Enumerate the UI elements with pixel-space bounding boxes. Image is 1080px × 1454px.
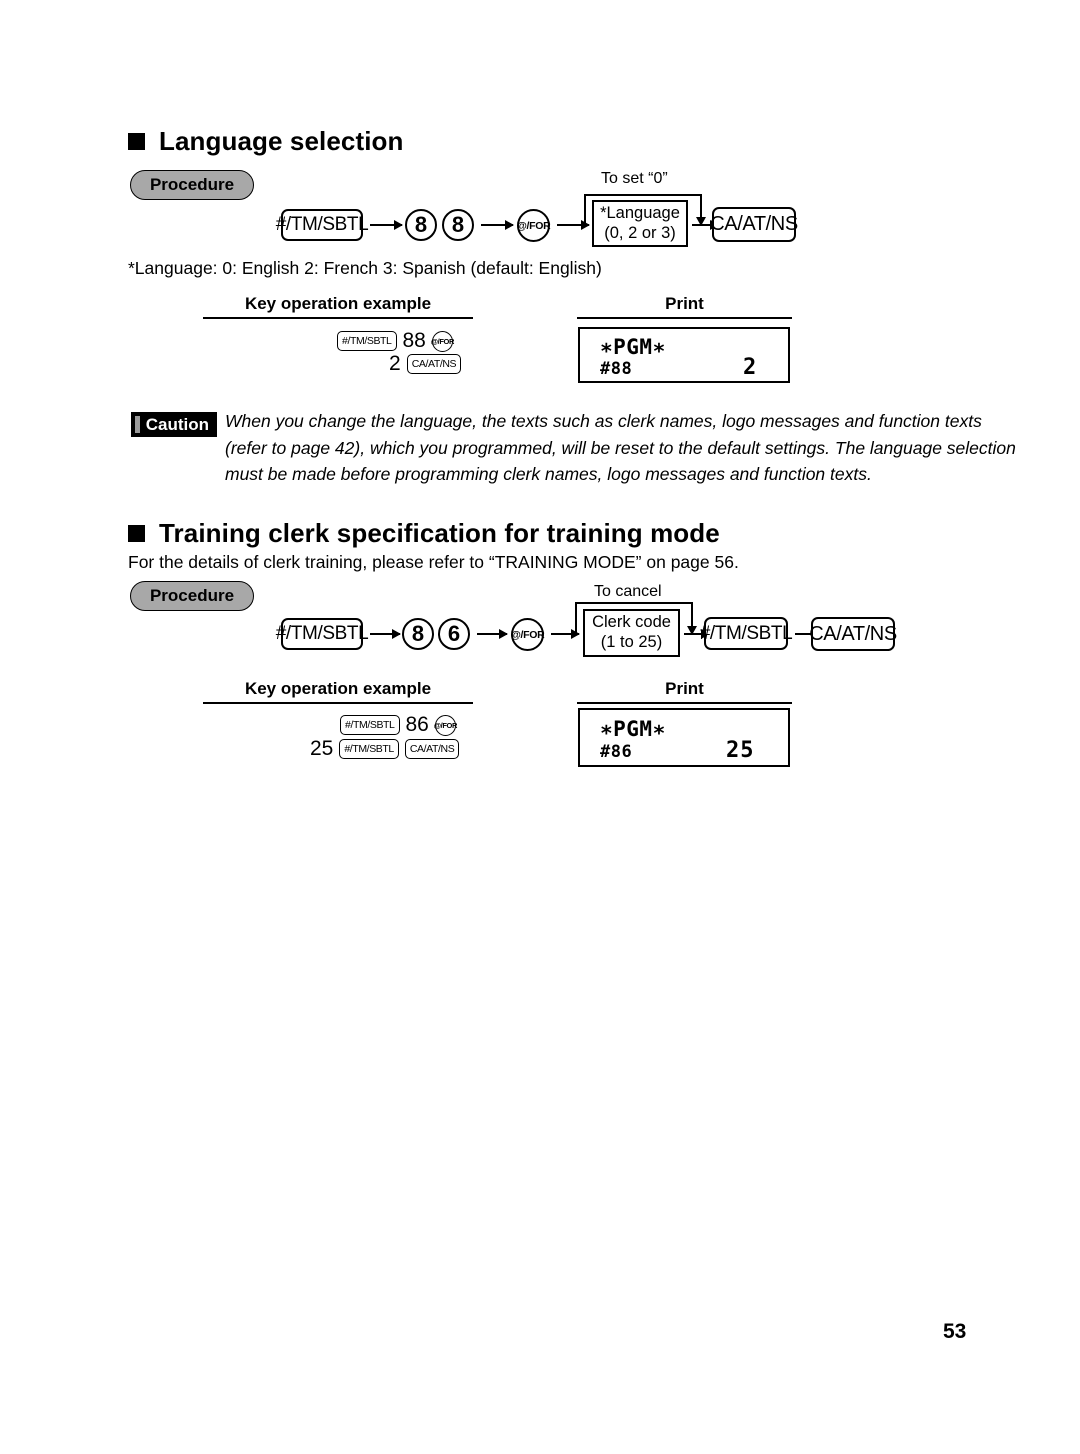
- example-row-1b: 2 CA/AT/NS: [389, 352, 462, 376]
- flow-key-subtotal-2b: #/TM/SBTL: [700, 617, 793, 650]
- print-receipt-box-1: ∗PGM∗ #88 2: [578, 327, 790, 383]
- caution-text: When you change the language, the texts …: [225, 411, 1016, 485]
- flow-entry-box-clerk-code: Clerk code (1 to 25): [583, 609, 680, 657]
- print-value-1: 2: [743, 355, 758, 380]
- flow-entry-box-line1: *Language: [600, 203, 680, 222]
- example-value-2b: 25: [310, 737, 334, 760]
- example-value-1b: 2: [389, 352, 401, 375]
- key-operation-example-header-1: Key operation example: [203, 294, 473, 319]
- example-key-for-1a: @/FOR: [431, 330, 454, 352]
- flow-key-digit-6: 6: [438, 618, 470, 650]
- section-heading-text-2: Training clerk specification for trainin…: [159, 518, 720, 548]
- print-value-2: 25: [726, 738, 755, 763]
- example-row-2b: 25 #/TM/SBTL CA/AT/NS: [310, 737, 460, 761]
- example-key-subtotal-2b: #/TM/SBTL: [339, 739, 399, 759]
- print-title-2: ∗PGM∗: [600, 717, 666, 741]
- flow-key-subtotal-1: #/TM/SBTL: [276, 209, 369, 241]
- flow-key-for-1: @/FOR: [517, 209, 551, 242]
- procedure-badge-language: Procedure: [130, 170, 254, 200]
- training-intro-text: For the details of clerk training, pleas…: [128, 552, 739, 572]
- flow-key-subtotal-2: #/TM/SBTL: [276, 618, 369, 650]
- flow2-arrow-2: [477, 629, 508, 639]
- bypass-line-left-2: [575, 602, 577, 634]
- flow-arrow-2: [481, 220, 514, 230]
- section-heading-language-selection: Language selection: [128, 126, 404, 157]
- flow-key-digit-8c: 8: [402, 618, 434, 650]
- print-header-1: Print: [577, 294, 792, 319]
- flow-key-digit-8a: 8: [405, 209, 437, 241]
- page-number: 53: [943, 1320, 967, 1343]
- example-row-1a: #/TM/SBTL 88 @/FOR: [337, 329, 454, 353]
- caution-tick-icon: [135, 416, 140, 433]
- example-key-subtotal-2a: #/TM/SBTL: [340, 715, 400, 735]
- square-bullet-icon: [128, 133, 145, 150]
- example-key-subtotal-1a: #/TM/SBTL: [337, 331, 397, 351]
- manual-page: Language selection Procedure To set “0” …: [0, 0, 1080, 1454]
- print-receipt-box-2: ∗PGM∗ #86 25: [578, 708, 790, 767]
- bypass-line-top-1: [584, 194, 702, 196]
- flow-key-for-2: @/FOR: [511, 618, 545, 651]
- example-row-2a: #/TM/SBTL 86 @/FOR: [340, 713, 457, 737]
- flow-entry-box-2-line1: Clerk code: [592, 613, 671, 632]
- section-heading-training-clerk: Training clerk specification for trainin…: [128, 518, 720, 549]
- branch-label-to-set-zero: To set “0”: [601, 170, 668, 187]
- example-value-1a: 88: [402, 329, 426, 352]
- caution-badge: Caution: [131, 412, 217, 437]
- flow-arrow-1: [370, 220, 403, 230]
- example-key-cash-2b: CA/AT/NS: [404, 739, 460, 759]
- section-heading-text: Language selection: [159, 126, 404, 156]
- print-code-1: #88: [600, 359, 633, 379]
- key-operation-example-header-2: Key operation example: [203, 679, 473, 704]
- flow-entry-box-line2: (0, 2 or 3): [604, 223, 676, 242]
- example-value-2a: 86: [405, 713, 429, 736]
- bypass-arrow-down-1: [696, 194, 706, 226]
- example-key-cash-1b: CA/AT/NS: [406, 354, 462, 374]
- bypass-line-top-2: [575, 602, 693, 604]
- print-title-1: ∗PGM∗: [600, 335, 666, 359]
- flow2-arrow-1: [370, 629, 401, 639]
- branch-label-to-cancel: To cancel: [594, 583, 662, 600]
- flow-entry-box-language: *Language (0, 2 or 3): [592, 200, 688, 247]
- procedure-badge-training: Procedure: [130, 581, 254, 611]
- square-bullet-icon-2: [128, 525, 145, 542]
- caution-badge-label: Caution: [145, 414, 209, 434]
- flow-key-digit-8b: 8: [442, 209, 474, 241]
- print-header-2: Print: [577, 679, 792, 704]
- language-footnote: *Language: 0: English 2: French 3: Spani…: [128, 258, 602, 278]
- flow-key-cash-1: CA/AT/NS: [710, 207, 798, 242]
- bypass-line-left-1: [584, 194, 586, 225]
- example-key-for-2a: @/FOR: [434, 714, 457, 736]
- procedure-badge-label-2: Procedure: [149, 586, 235, 605]
- flow-entry-box-2-line2: (1 to 25): [600, 633, 663, 651]
- print-code-2: #86: [600, 742, 633, 762]
- flow-key-cash-2: CA/AT/NS: [809, 617, 897, 651]
- procedure-badge-label: Procedure: [149, 175, 235, 194]
- bypass-arrow-down-2: [687, 602, 697, 635]
